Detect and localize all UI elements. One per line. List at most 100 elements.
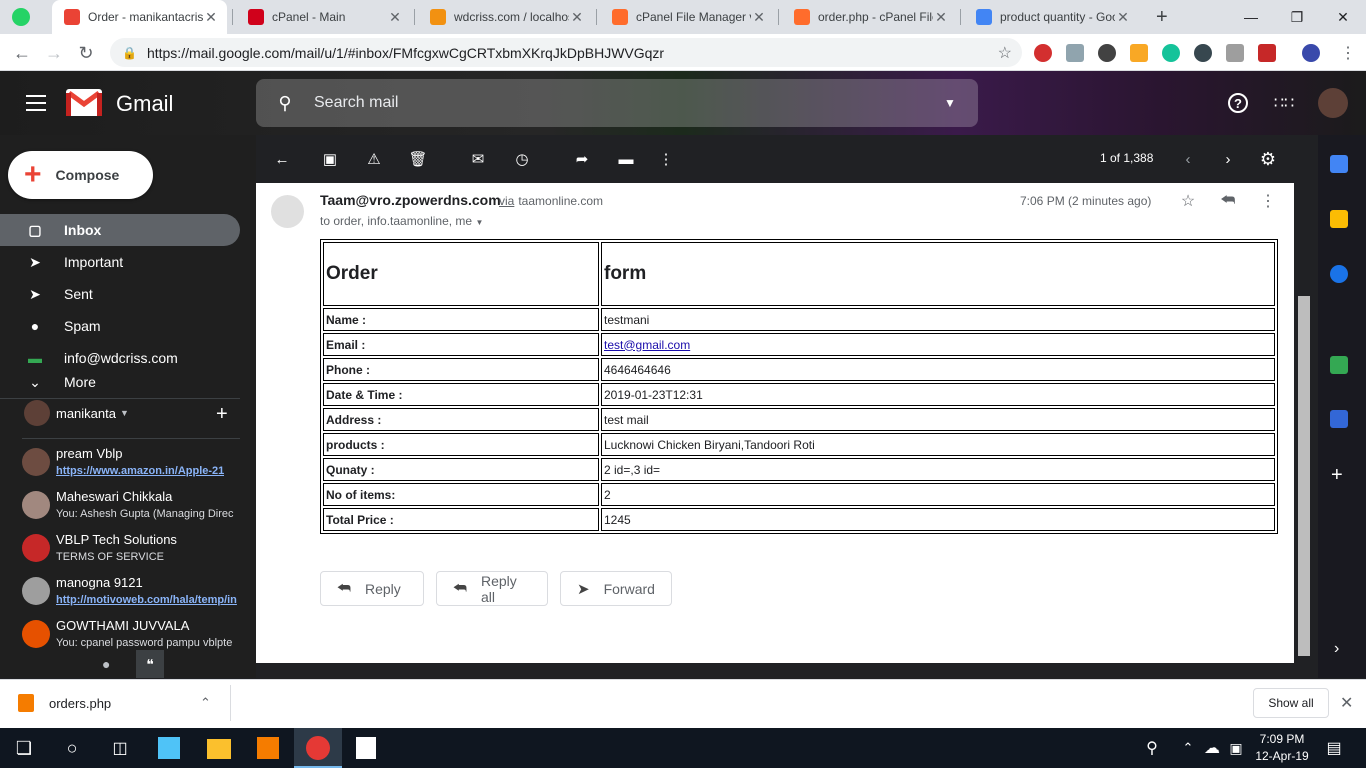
minimize-button[interactable]: — [1228, 0, 1274, 34]
reply-button[interactable]: ⮪ Reply [320, 571, 424, 606]
reply-icon[interactable]: ⮪ [1218, 191, 1238, 211]
help-icon[interactable]: ? [1228, 93, 1248, 113]
pdf-extension-icon[interactable] [1258, 44, 1276, 62]
sidebar-item-sent[interactable]: ➤ Sent [0, 278, 240, 310]
labels-icon[interactable]: ▬ [616, 150, 636, 168]
via-link[interactable]: via [499, 194, 514, 208]
address-bar[interactable]: 🔒 https://mail.google.com/mail/u/1/#inbo… [110, 38, 1022, 67]
calendar-icon[interactable] [1330, 155, 1348, 173]
tasks-icon[interactable] [1330, 265, 1348, 283]
java-extension-icon[interactable] [1130, 44, 1148, 62]
keep-icon[interactable] [1330, 210, 1348, 228]
windows-start-icon[interactable]: ❏ [12, 736, 36, 760]
file-explorer-icon[interactable] [207, 739, 231, 759]
recipients-caret-icon[interactable]: ▼ [475, 218, 483, 227]
back-to-inbox-icon[interactable]: ← [272, 150, 292, 168]
email-link[interactable]: test@gmail.com [604, 338, 690, 352]
reload-icon[interactable]: ↻ [72, 39, 100, 67]
extension-dark-icon[interactable] [1194, 44, 1212, 62]
close-tab-icon[interactable]: ✕ [1115, 9, 1131, 26]
app-icon[interactable] [158, 737, 180, 759]
taskbar-clock[interactable]: 7:09 PM 12-Apr-19 [1250, 731, 1314, 765]
scrollbar[interactable] [1298, 296, 1310, 656]
task-view-icon[interactable]: ◫ [108, 736, 132, 760]
compose-button[interactable]: + Compose [8, 151, 153, 199]
whatsapp-pinned-tab[interactable] [12, 8, 30, 26]
browser-tab[interactable]: order.php - cPanel File ✕ [782, 0, 957, 34]
snooze-icon[interactable]: ◷ [512, 150, 532, 168]
download-extension-icon[interactable] [1066, 44, 1084, 62]
browser-tab[interactable]: product quantity - Goo ✕ [964, 0, 1139, 34]
people-icon[interactable]: ⚲ [1140, 736, 1164, 760]
browser-menu-icon[interactable]: ⋮ [1340, 43, 1356, 63]
close-tab-icon[interactable]: ✕ [387, 9, 403, 26]
contacts-icon[interactable]: ● [102, 656, 110, 672]
profile-avatar[interactable] [1302, 44, 1320, 62]
browser-tab[interactable]: Order - manikantacriss ✕ [52, 0, 227, 34]
tray-expand-icon[interactable]: ⌃ [1176, 736, 1200, 760]
new-conversation-icon[interactable]: + [216, 403, 228, 426]
contact-last-message-link[interactable]: https://www.amazon.in/Apple-21 [56, 465, 224, 477]
expand-panel-icon[interactable]: › [1334, 640, 1339, 658]
sublime-text-icon[interactable] [257, 737, 279, 759]
sidebar-item-more[interactable]: ⌄ More [0, 374, 240, 390]
download-item[interactable]: orders.php [18, 694, 111, 712]
bookmark-star-icon[interactable]: ☆ [998, 43, 1012, 63]
settings-icon[interactable]: ⚙ [1258, 149, 1278, 169]
search-options-icon[interactable]: ▼ [922, 96, 978, 110]
addon-mail-icon[interactable] [1330, 356, 1348, 374]
hangouts-contact[interactable]: Maheswari Chikkala You: Ashesh Gupta (Man… [22, 489, 242, 529]
camera-extension-icon[interactable] [1226, 44, 1244, 62]
hangouts-contact[interactable]: VBLP Tech Solutions TERMS OF SERVICE [22, 532, 242, 572]
extension-chef-icon[interactable] [1098, 44, 1116, 62]
search-icon[interactable]: ⚲ [256, 93, 314, 114]
sidebar-item-important[interactable]: ➤ Important [0, 246, 240, 278]
addon-check-icon[interactable] [1330, 410, 1348, 428]
recipients[interactable]: to order, info.taamonline, me ▼ [320, 214, 483, 228]
chrome-icon[interactable] [306, 736, 330, 760]
show-all-button[interactable]: Show all [1253, 688, 1329, 718]
delete-icon[interactable]: 🗑 [408, 150, 428, 168]
onedrive-icon[interactable]: ☁ [1200, 736, 1224, 760]
more-actions-icon[interactable]: ⋮ [656, 150, 676, 168]
search-bar[interactable]: ⚲ Search mail ▼ [256, 79, 978, 127]
message-more-icon[interactable]: ⋮ [1258, 191, 1278, 211]
hangouts-contact[interactable]: GOWTHAMI JUVVALA You: cpanel password pam… [22, 618, 242, 658]
sidebar-item-info-wdcriss-com[interactable]: ▬ info@wdcriss.com [0, 342, 240, 374]
network-icon[interactable]: ▣ [1224, 736, 1248, 760]
close-tab-icon[interactable]: ✕ [569, 9, 585, 26]
notifications-icon[interactable]: ▤ [1322, 736, 1346, 760]
download-options-icon[interactable]: ⌃ [200, 695, 211, 711]
hangouts-avatar[interactable] [24, 400, 50, 426]
browser-tab[interactable]: cPanel File Manager v ✕ [600, 0, 775, 34]
mark-unread-icon[interactable]: ✉ [468, 150, 488, 168]
get-addons-icon[interactable]: + [1331, 464, 1343, 487]
newer-icon[interactable]: ‹ [1178, 150, 1198, 168]
new-tab-button[interactable]: + [1156, 6, 1168, 29]
cortana-search-icon[interactable]: ○ [60, 736, 84, 760]
close-window-button[interactable]: ✕ [1320, 0, 1366, 34]
archive-icon[interactable]: ▣ [320, 150, 340, 168]
move-to-icon[interactable]: ➦ [572, 150, 592, 168]
report-spam-icon[interactable]: ⚠ [364, 150, 384, 168]
browser-tab[interactable]: wdcriss.com / localhos ✕ [418, 0, 593, 34]
browser-tab[interactable]: cPanel - Main ✕ [236, 0, 411, 34]
hangouts-contact[interactable]: manogna 9121 http://motivoweb.com/hala/te… [22, 575, 242, 615]
close-tab-icon[interactable]: ✕ [751, 9, 767, 26]
close-tab-icon[interactable]: ✕ [203, 9, 219, 26]
contact-last-message-link[interactable]: http://motivoweb.com/hala/temp/in [56, 594, 237, 606]
sidebar-item-inbox[interactable]: ▢ Inbox [0, 214, 240, 246]
close-downloads-icon[interactable]: ✕ [1340, 693, 1353, 713]
close-tab-icon[interactable]: ✕ [933, 9, 949, 26]
sender-email[interactable]: Taam@vro.zpowerdns.com [320, 192, 501, 208]
hangouts-user[interactable]: manikanta [56, 406, 116, 421]
forward-icon[interactable]: → [40, 39, 68, 67]
sidebar-item-spam[interactable]: ● Spam [0, 310, 240, 342]
older-icon[interactable]: › [1218, 150, 1238, 168]
back-icon[interactable]: ← [8, 39, 36, 67]
restore-button[interactable]: ❐ [1274, 0, 1320, 34]
grammarly-icon[interactable] [1162, 44, 1180, 62]
hangouts-user-caret-icon[interactable]: ▼ [120, 408, 129, 418]
search-input[interactable]: Search mail [314, 94, 922, 112]
reply-all-button[interactable]: ⮪ Reply all [436, 571, 548, 606]
